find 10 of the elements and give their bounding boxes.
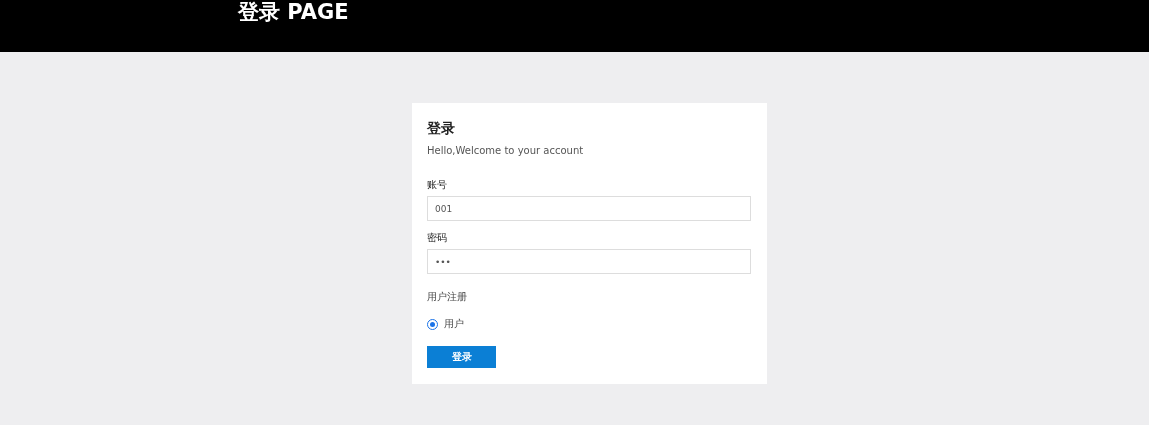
card-title: 登录 (427, 119, 455, 137)
welcome-text: Hello,Welcome to your account (427, 144, 584, 158)
group-label: 用户注册 (427, 290, 467, 304)
login-button[interactable]: 登录 (427, 346, 496, 368)
input-field[interactable]: 001 (427, 196, 751, 221)
radio-option[interactable]: 用户 (427, 317, 464, 331)
field-label: 密码 (427, 231, 447, 245)
input-field[interactable]: ••• (427, 249, 751, 274)
page-title: 登录 PAGE (238, 0, 349, 24)
field-label: 账号 (427, 178, 447, 192)
